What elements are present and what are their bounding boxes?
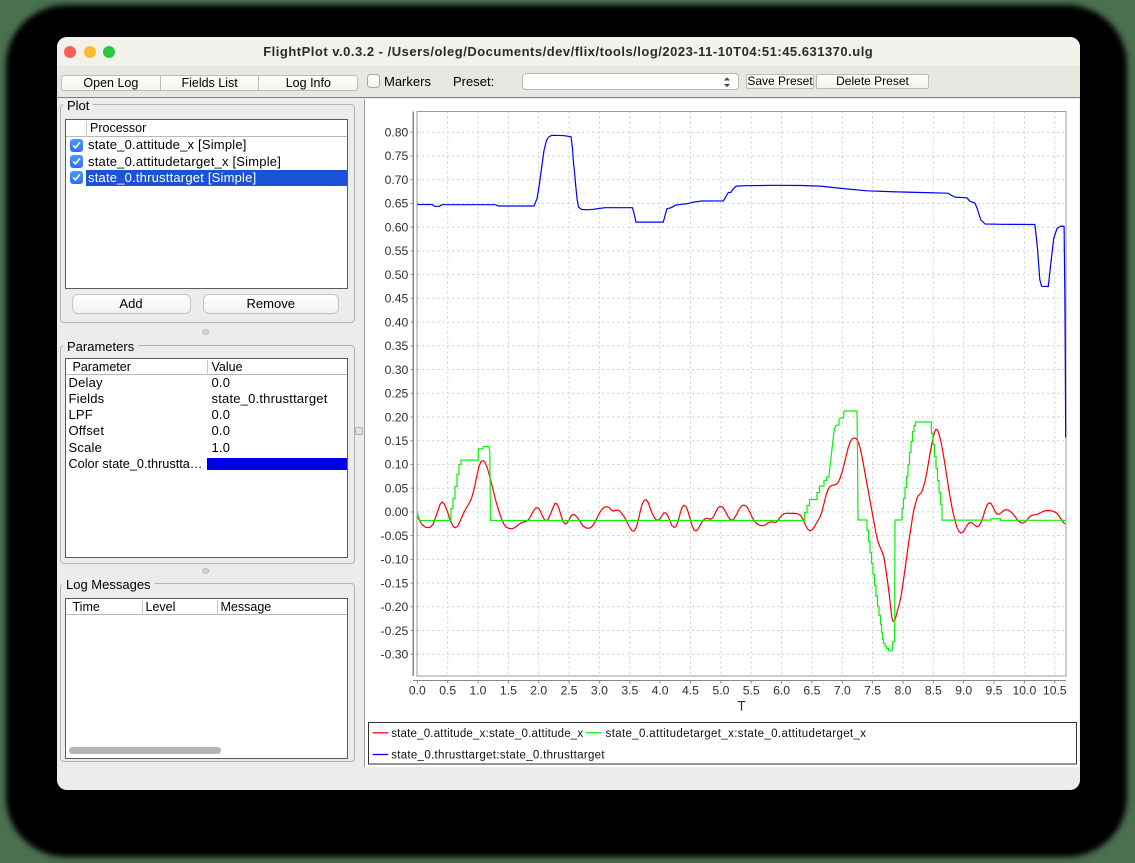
svg-text:0.00: 0.00 (385, 505, 409, 519)
svg-text:7.0: 7.0 (834, 683, 851, 697)
svg-text:0.45: 0.45 (385, 291, 409, 305)
svg-text:5.5: 5.5 (743, 683, 760, 697)
svg-text:0.75: 0.75 (385, 149, 409, 163)
svg-text:9.5: 9.5 (986, 683, 1003, 697)
svg-text:state_0.attitude_x:state_0.att: state_0.attitude_x:state_0.attitude_x (391, 727, 583, 739)
svg-text:0.20: 0.20 (385, 410, 409, 424)
svg-text:0.70: 0.70 (385, 173, 409, 187)
svg-text:6.5: 6.5 (803, 683, 820, 697)
svg-text:-0.20: -0.20 (381, 600, 409, 614)
svg-text:3.5: 3.5 (621, 683, 638, 697)
svg-text:0.15: 0.15 (385, 434, 409, 448)
svg-text:0.60: 0.60 (385, 220, 409, 234)
svg-text:0.25: 0.25 (385, 386, 409, 400)
svg-text:0.55: 0.55 (385, 244, 409, 258)
svg-text:0.65: 0.65 (385, 196, 409, 210)
svg-text:-0.30: -0.30 (381, 647, 409, 661)
svg-text:5.0: 5.0 (712, 683, 729, 697)
svg-text:-0.05: -0.05 (381, 528, 409, 542)
svg-text:8.0: 8.0 (895, 683, 912, 697)
svg-text:T: T (737, 698, 745, 713)
svg-text:-0.15: -0.15 (381, 576, 409, 590)
svg-text:0.10: 0.10 (385, 457, 409, 471)
svg-text:9.0: 9.0 (955, 683, 972, 697)
svg-text:4.5: 4.5 (682, 683, 699, 697)
svg-text:-0.25: -0.25 (381, 623, 409, 637)
svg-text:state_0.thrusttarget:state_0.t: state_0.thrusttarget:state_0.thrusttarge… (391, 749, 605, 761)
svg-text:10.0: 10.0 (1013, 683, 1037, 697)
svg-text:6.0: 6.0 (773, 683, 790, 697)
svg-text:2.5: 2.5 (561, 683, 578, 697)
svg-text:10.5: 10.5 (1043, 683, 1067, 697)
svg-text:7.5: 7.5 (864, 683, 881, 697)
svg-text:0.50: 0.50 (385, 267, 409, 281)
svg-text:0.05: 0.05 (385, 481, 409, 495)
svg-text:2.0: 2.0 (530, 683, 547, 697)
svg-text:0.80: 0.80 (385, 125, 409, 139)
svg-text:state_0.attitudetarget_x:state: state_0.attitudetarget_x:state_0.attitud… (606, 727, 867, 739)
svg-text:1.5: 1.5 (500, 683, 517, 697)
svg-text:0.35: 0.35 (385, 339, 409, 353)
svg-text:1.0: 1.0 (470, 683, 487, 697)
svg-text:8.5: 8.5 (925, 683, 942, 697)
svg-text:0.30: 0.30 (385, 362, 409, 376)
svg-text:0.0: 0.0 (409, 683, 426, 697)
svg-text:-0.10: -0.10 (381, 552, 409, 566)
svg-text:0.5: 0.5 (439, 683, 456, 697)
svg-text:3.0: 3.0 (591, 683, 608, 697)
svg-text:0.40: 0.40 (385, 315, 409, 329)
svg-text:4.0: 4.0 (652, 683, 669, 697)
